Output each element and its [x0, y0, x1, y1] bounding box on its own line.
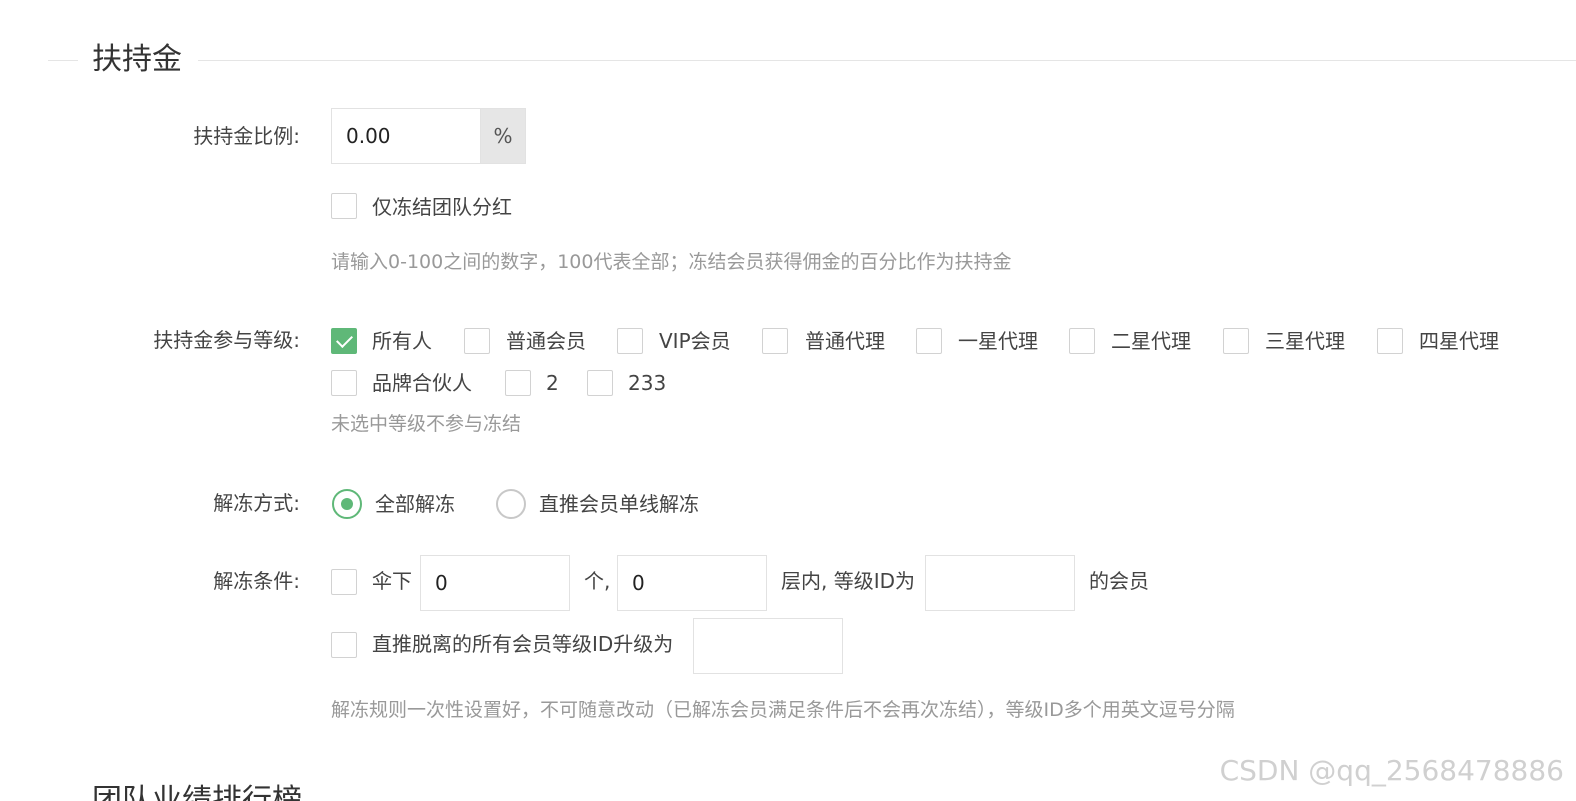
levels-hint: 未选中等级不参与冻结	[331, 413, 522, 435]
level-checkbox-normal-member[interactable]	[464, 328, 490, 354]
ratio-label: 扶持金比例:	[193, 124, 300, 148]
levels-label: 扶持金参与等级:	[153, 328, 300, 352]
section-divider-right	[198, 60, 1576, 61]
level-label-normal-member[interactable]: 普通会员	[506, 327, 586, 355]
condition-end-text: 的会员	[1089, 569, 1149, 593]
condition-upgrade-level-id-input[interactable]	[693, 618, 843, 674]
unfreeze-all-radio[interactable]	[332, 489, 362, 519]
level-label-three-star-agent[interactable]: 三星代理	[1265, 327, 1345, 355]
condition-level-id-input[interactable]	[925, 555, 1075, 611]
level-label-brand-partner[interactable]: 品牌合伙人	[372, 369, 472, 397]
level-checkbox-all[interactable]	[331, 328, 357, 354]
condition-suffix-text: 层内, 等级ID为	[781, 569, 916, 593]
level-checkbox-normal-agent[interactable]	[762, 328, 788, 354]
condition-direct-detach-text[interactable]: 直推脱离的所有会员等级ID升级为	[372, 630, 673, 658]
level-checkbox-233[interactable]	[587, 370, 613, 396]
section-title: 扶持金	[92, 42, 182, 77]
level-checkbox-two-star-agent[interactable]	[1069, 328, 1095, 354]
condition-mid-text: 个,	[584, 569, 611, 593]
level-label-2[interactable]: 2	[546, 369, 559, 397]
level-label-normal-agent[interactable]: 普通代理	[805, 327, 885, 355]
condition-count-input[interactable]: 0	[420, 555, 570, 611]
section-header: 扶持金	[48, 38, 1576, 82]
freeze-team-only-checkbox[interactable]	[331, 193, 357, 219]
level-label-one-star-agent[interactable]: 一星代理	[958, 327, 1038, 355]
level-checkbox-one-star-agent[interactable]	[916, 328, 942, 354]
freeze-team-only-label[interactable]: 仅冻结团队分红	[372, 193, 512, 221]
percent-addon: %	[480, 108, 526, 164]
condition-prefix-text: 伞下	[372, 569, 412, 593]
condition-direct-detach-checkbox[interactable]	[331, 632, 357, 658]
level-checkbox-vip-member[interactable]	[617, 328, 643, 354]
level-checkbox-brand-partner[interactable]	[331, 370, 357, 396]
unfreeze-single-line-radio[interactable]	[496, 489, 526, 519]
level-label-vip-member[interactable]: VIP会员	[659, 327, 731, 355]
condition-layer-input[interactable]: 0	[617, 555, 767, 611]
level-checkbox-four-star-agent[interactable]	[1377, 328, 1403, 354]
next-section-title: 团队业绩排行榜	[92, 783, 302, 801]
level-label-all[interactable]: 所有人	[372, 327, 432, 355]
condition-downline-checkbox[interactable]	[331, 569, 357, 595]
level-label-233[interactable]: 233	[628, 369, 666, 397]
level-checkbox-three-star-agent[interactable]	[1223, 328, 1249, 354]
unfreeze-condition-label: 解冻条件:	[213, 569, 300, 593]
ratio-input[interactable]: 0.00	[331, 108, 481, 164]
support-fund-settings-page: 扶持金 扶持金比例: 0.00 % 仅冻结团队分红 请输入0-100之间的数字，…	[0, 0, 1576, 801]
level-label-two-star-agent[interactable]: 二星代理	[1111, 327, 1191, 355]
watermark: CSDN @qq_2568478886	[1219, 754, 1564, 787]
ratio-hint: 请输入0-100之间的数字，100代表全部；冻结会员获得佣金的百分比作为扶持金	[331, 251, 1012, 273]
unfreeze-single-line-label[interactable]: 直推会员单线解冻	[539, 490, 699, 518]
unfreeze-mode-label: 解冻方式:	[213, 491, 300, 515]
unfreeze-condition-hint: 解冻规则一次性设置好，不可随意改动（已解冻会员满足条件后不会再次冻结），等级ID…	[331, 699, 1235, 721]
level-label-four-star-agent[interactable]: 四星代理	[1419, 327, 1499, 355]
section-divider-left	[48, 60, 78, 61]
level-checkbox-2[interactable]	[505, 370, 531, 396]
unfreeze-all-label[interactable]: 全部解冻	[375, 490, 455, 518]
